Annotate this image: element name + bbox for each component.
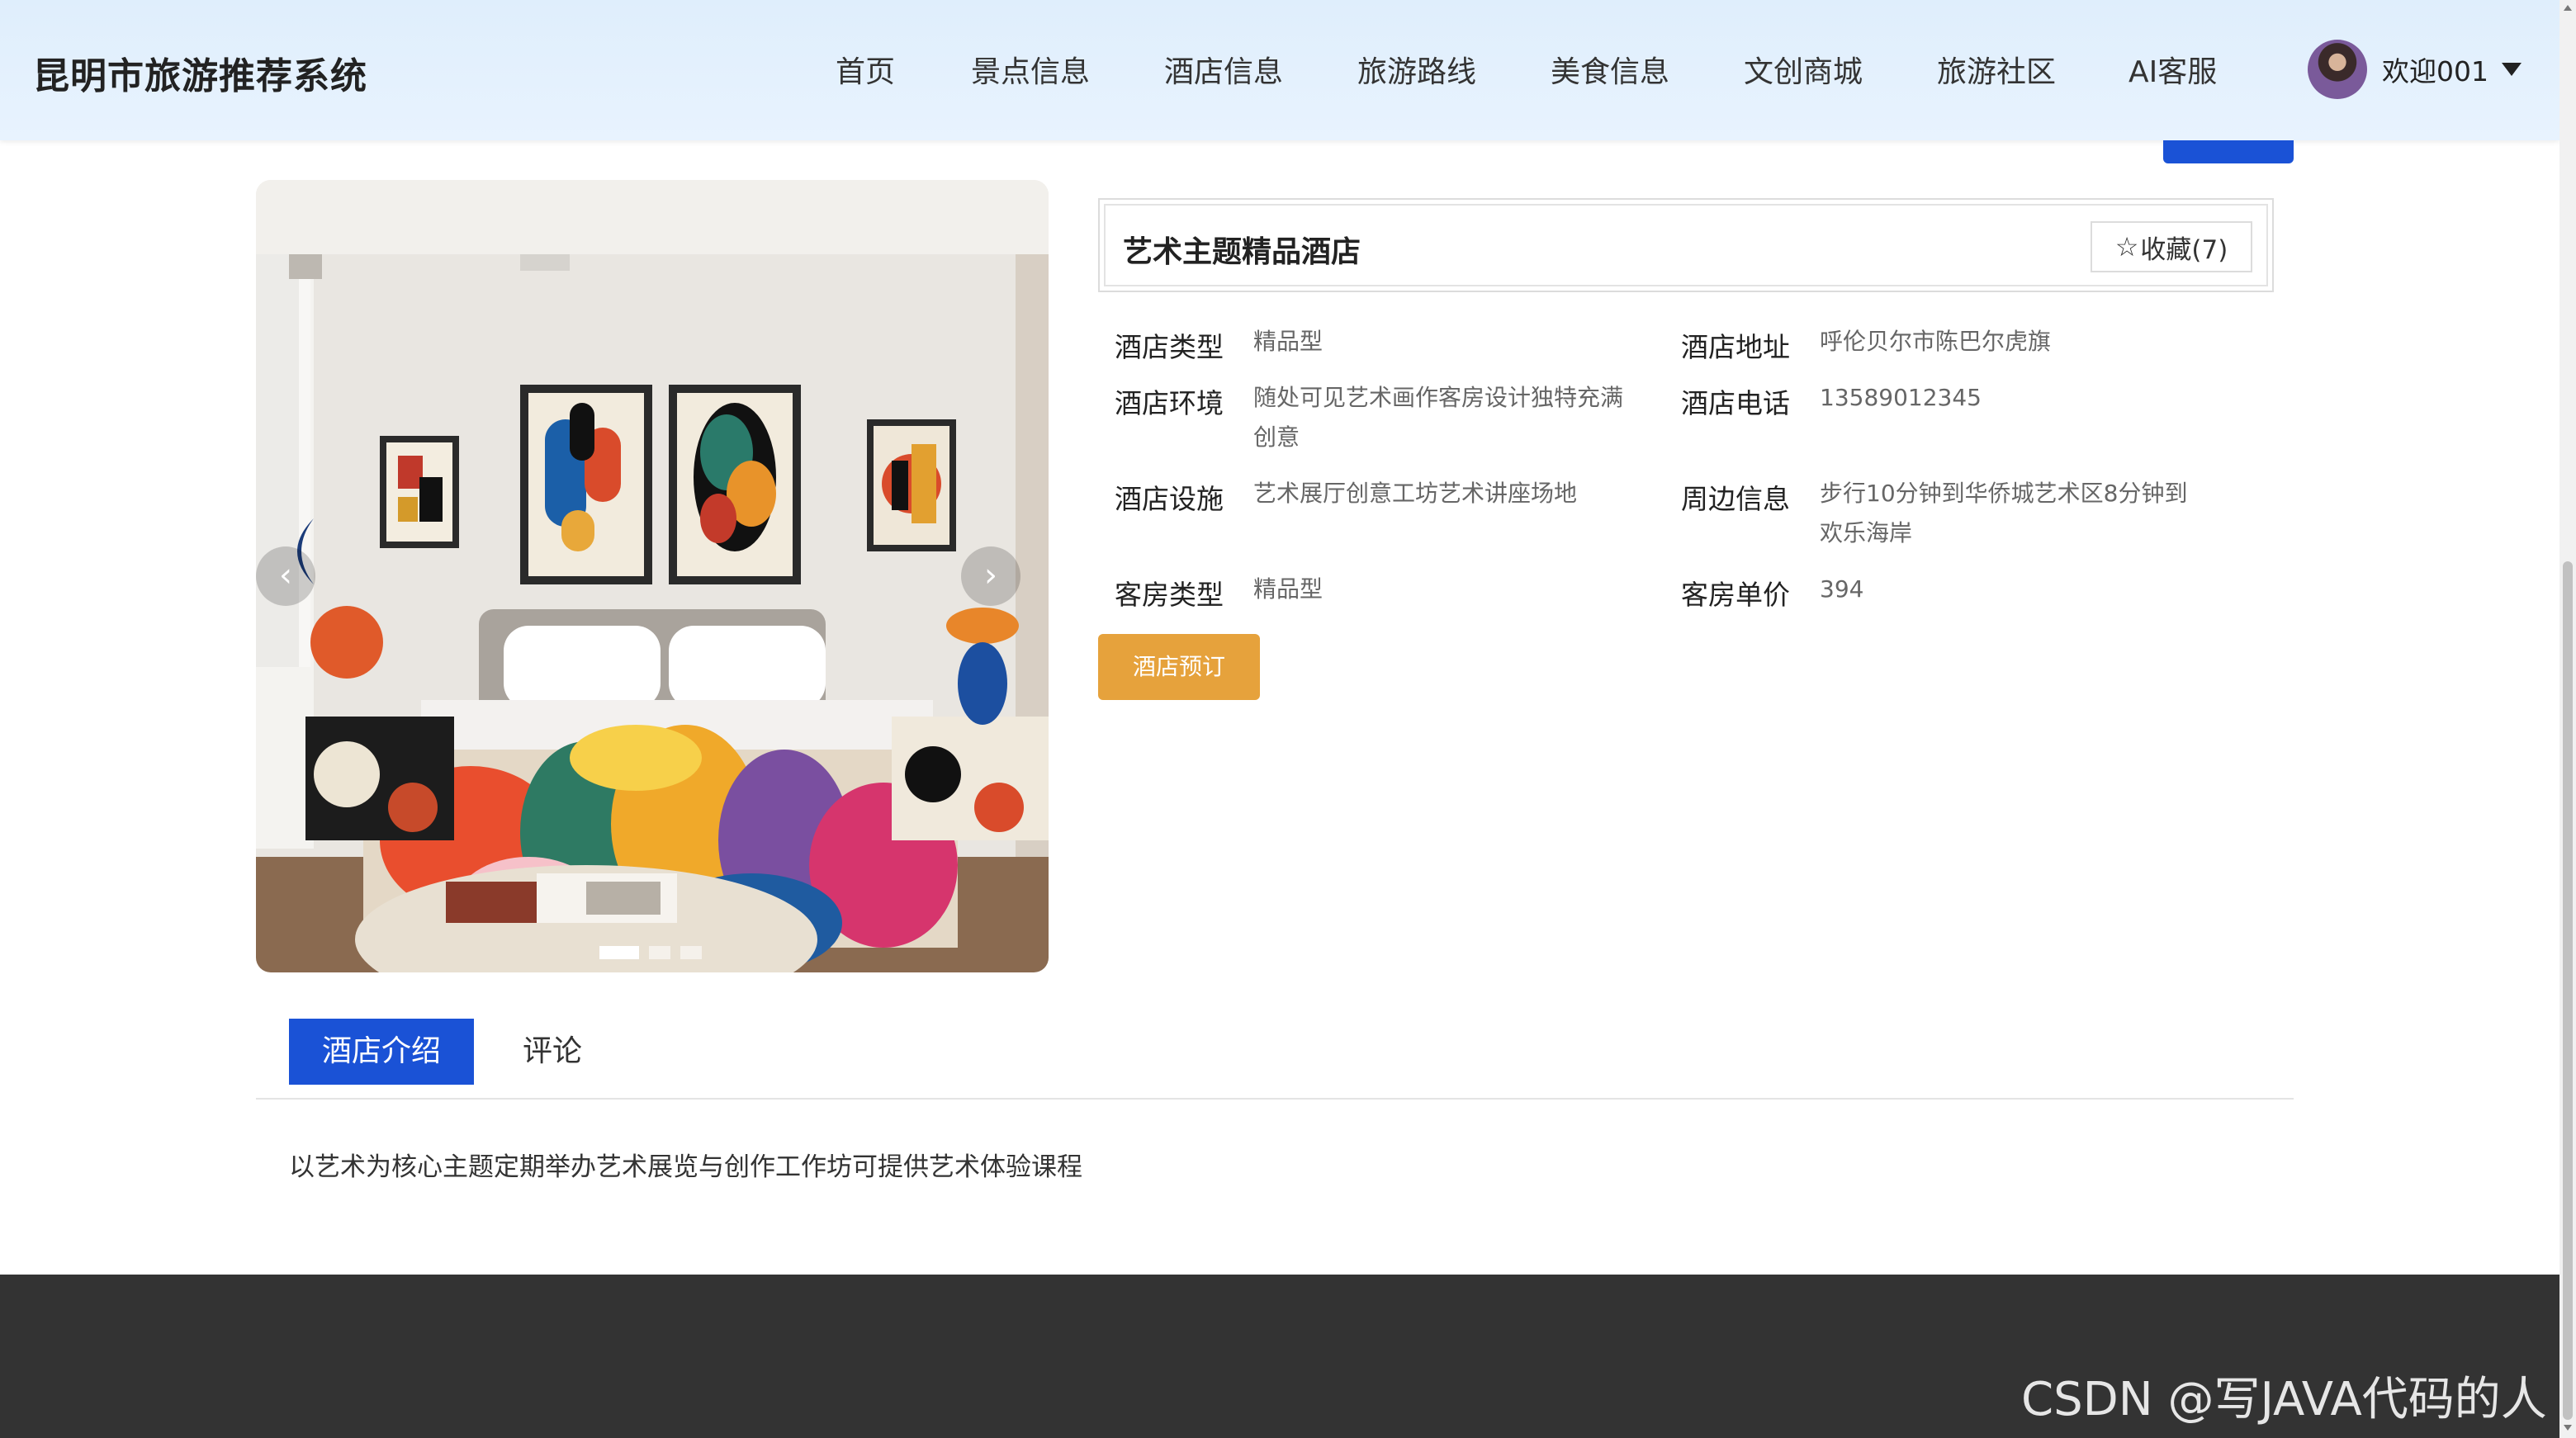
nav-attractions[interactable]: 景点信息 — [971, 48, 1090, 91]
watermark-text: CSDN @写JAVA代码的人 — [2021, 1373, 2547, 1426]
label-hotel-type: 酒店类型 — [1115, 331, 1224, 363]
value-room-type: 精品型 — [1253, 575, 1324, 603]
tab-divider — [256, 1098, 2294, 1100]
page-scrollbar[interactable] — [2559, 0, 2576, 1438]
hotel-title: 艺术主题精品酒店 — [1123, 235, 1361, 269]
site-logo[interactable]: 昆明市旅游推荐系统 — [33, 46, 367, 99]
nav-community[interactable]: 旅游社区 — [1937, 48, 2056, 91]
label-hotel-facilities: 酒店设施 — [1115, 483, 1224, 515]
back-button[interactable] — [2163, 140, 2294, 163]
avatar[interactable] — [2308, 40, 2367, 99]
label-hotel-environment: 酒店环境 — [1115, 387, 1224, 419]
nav-home[interactable]: 首页 — [836, 48, 895, 91]
user-menu[interactable]: 欢迎001 — [2308, 38, 2522, 101]
value-nearby-info: 步行10分钟到华侨城艺术区8分钟到欢乐海岸 — [1820, 480, 2188, 546]
value-hotel-address: 呼伦贝尔市陈巴尔虎旗 — [1820, 328, 2052, 355]
hotel-intro-text: 以艺术为核心主题定期举办艺术展览与创作工作坊可提供艺术体验课程 — [289, 1152, 1082, 1182]
scroll-up-arrow-icon[interactable] — [2564, 5, 2572, 11]
nav-ai-service[interactable]: AI客服 — [2129, 48, 2217, 91]
hotel-room-image — [256, 180, 1049, 972]
carousel-prev-button[interactable]: ‹ — [256, 546, 315, 606]
tab-comments[interactable]: 评论 — [499, 1019, 606, 1085]
hotel-image-carousel[interactable]: ‹ › — [256, 180, 1049, 972]
label-hotel-address: 酒店地址 — [1681, 331, 1790, 363]
carousel-indicators — [599, 946, 702, 963]
scroll-thumb[interactable] — [2563, 561, 2573, 1420]
carousel-dot-2[interactable] — [649, 946, 670, 959]
carousel-next-button[interactable]: › — [961, 546, 1020, 606]
label-room-price: 客房单价 — [1681, 579, 1790, 611]
top-header: 昆明市旅游推荐系统 首页 景点信息 酒店信息 旅游路线 美食信息 文创商城 旅游… — [0, 0, 2559, 140]
tab-hotel-intro[interactable]: 酒店介绍 — [289, 1019, 474, 1085]
nav-food[interactable]: 美食信息 — [1551, 48, 1669, 91]
favorite-button[interactable]: ☆ 收藏(7) — [2091, 221, 2252, 272]
welcome-text[interactable]: 欢迎001 — [2382, 50, 2488, 89]
book-hotel-button[interactable]: 酒店预订 — [1098, 634, 1260, 700]
value-hotel-type: 精品型 — [1253, 328, 1324, 355]
value-hotel-phone: 13589012345 — [1820, 384, 1982, 411]
star-icon: ☆ — [2114, 231, 2139, 263]
carousel-dot-3[interactable] — [680, 946, 702, 959]
nav-shop[interactable]: 文创商城 — [1744, 48, 1863, 91]
label-nearby-info: 周边信息 — [1681, 483, 1790, 515]
value-hotel-environment: 随处可见艺术画作客房设计独特充满创意 — [1253, 384, 1624, 451]
nav-hotels[interactable]: 酒店信息 — [1164, 48, 1283, 91]
value-room-price: 394 — [1820, 575, 1864, 603]
carousel-dot-1[interactable] — [599, 946, 639, 959]
favorite-label: 收藏(7) — [2140, 234, 2228, 265]
caret-down-icon[interactable] — [2502, 63, 2522, 76]
value-hotel-facilities: 艺术展厅创意工坊艺术讲座场地 — [1253, 480, 1578, 507]
hotel-title-card: 艺术主题精品酒店 ☆ 收藏(7) — [1098, 198, 2274, 292]
label-hotel-phone: 酒店电话 — [1681, 387, 1790, 419]
nav-routes[interactable]: 旅游路线 — [1357, 48, 1476, 91]
scroll-down-arrow-icon[interactable] — [2564, 1425, 2572, 1431]
label-room-type: 客房类型 — [1115, 579, 1224, 611]
